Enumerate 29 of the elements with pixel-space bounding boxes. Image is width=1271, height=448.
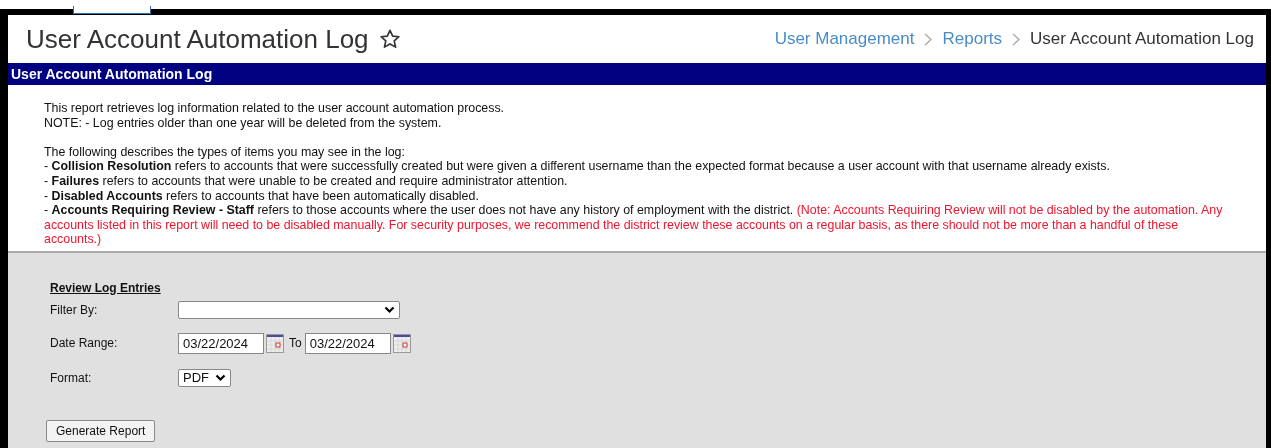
breadcrumb-current: User Account Automation Log: [1030, 29, 1254, 49]
description-text: The following describes the types of items you may see in the log:: [44, 144, 406, 160]
chevron-icon: [1012, 32, 1020, 46]
field-label: Filter By:: [50, 302, 99, 317]
date-input[interactable]: 03/22/2024: [304, 332, 391, 354]
chevron-icon: [924, 32, 933, 46]
date-input[interactable]: 03/22/2024: [178, 332, 264, 354]
page-title: User Account Automation Log: [26, 23, 369, 55]
list-item-text: - Disabled Accounts refers to accounts that have been automatically disabled.: [44, 188, 480, 204]
dropdown[interactable]: [178, 300, 400, 319]
list-item-text: - Accounts Requiring Review - Staff refers to those accounts where the user does not have any history of employment with the district. (Note: Accounts Requiring Review will not be disabled by the automation. Any accounts listed in this report will need to be disabled manually. For security purposes, we recommend the district review these accounts on a regular basis, as there should not be more than a handful of these accounts.): [44, 203, 1224, 247]
chevron-icon: [384, 305, 395, 314]
generate-report-button[interactable]: Generate Report: [46, 419, 156, 442]
breadcrumb-link[interactable]: Reports: [942, 29, 1002, 49]
dropdown[interactable]: PDF: [178, 368, 231, 387]
calendar-icon[interactable]: [266, 333, 284, 353]
breadcrumb-link[interactable]: User Management: [774, 29, 915, 49]
field-label: Format:: [50, 370, 93, 385]
field-label: Date Range:: [50, 336, 119, 351]
calendar-icon[interactable]: [392, 333, 411, 353]
chevron-icon: [215, 373, 226, 382]
star-icon[interactable]: [378, 28, 401, 50]
range-separator: To: [289, 336, 302, 351]
list-item-text: - Collision Resolution refers to accounts that were successfully created but were given a different username than the expected format because a user account with that username already exists.: [44, 159, 1111, 174]
list-item-text: - Failures refers to accounts that were unable to be created and require administrator attention.: [44, 173, 569, 189]
description-text: This report retrieves log information related to the user account automation process.: [44, 101, 506, 116]
section-title: User Account Automation Log: [11, 66, 213, 82]
description-text: NOTE: - Log entries older than one year will be deleted from the system.: [44, 115, 443, 131]
section-heading: Review Log Entries: [50, 280, 162, 295]
